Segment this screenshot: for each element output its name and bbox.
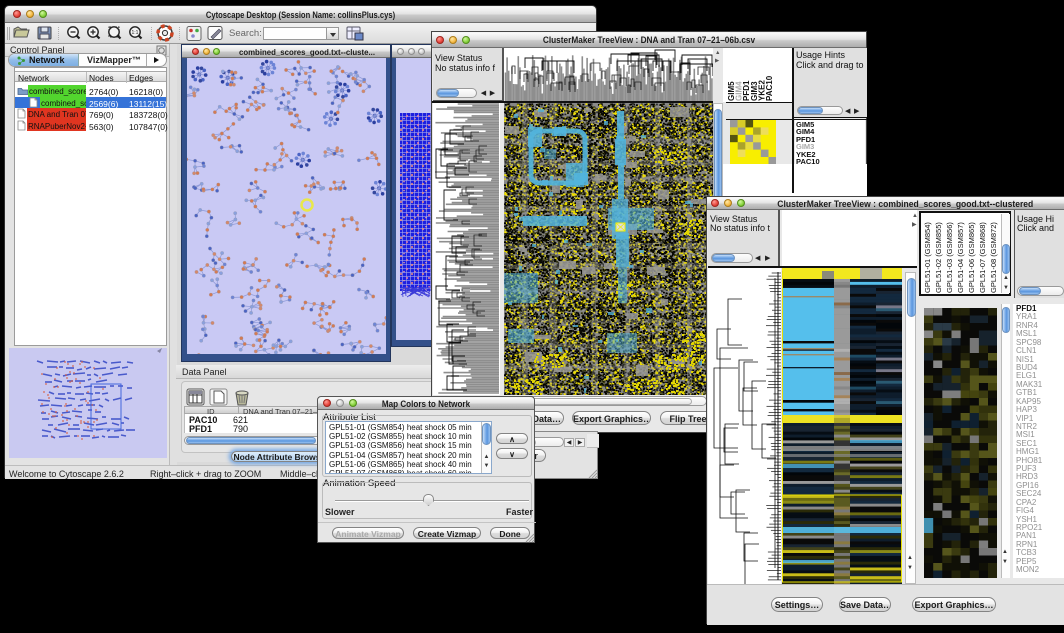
svg-text:GPL51-04 (GSM857): GPL51-04 (GSM857)	[956, 222, 965, 293]
svg-text:GPL51-03 (GSM856): GPL51-03 (GSM856)	[945, 222, 954, 293]
svg-text:GPL51-06 (GSM865): GPL51-06 (GSM865)	[967, 222, 976, 293]
svg-text:GPL51-08 (GSM872): GPL51-08 (GSM872)	[989, 222, 998, 293]
svg-text:GPL51-07 (GSM868): GPL51-07 (GSM868)	[978, 222, 987, 293]
svg-text:1:1: 1:1	[132, 30, 139, 36]
svg-text:GPL51-01 (GSM854): GPL51-01 (GSM854)	[923, 222, 932, 293]
svg-text:GPL51-02 (GSM855): GPL51-02 (GSM855)	[934, 222, 943, 293]
svg-text:Search:: Search:	[229, 28, 262, 39]
svg-text:PAC10: PAC10	[765, 75, 774, 101]
